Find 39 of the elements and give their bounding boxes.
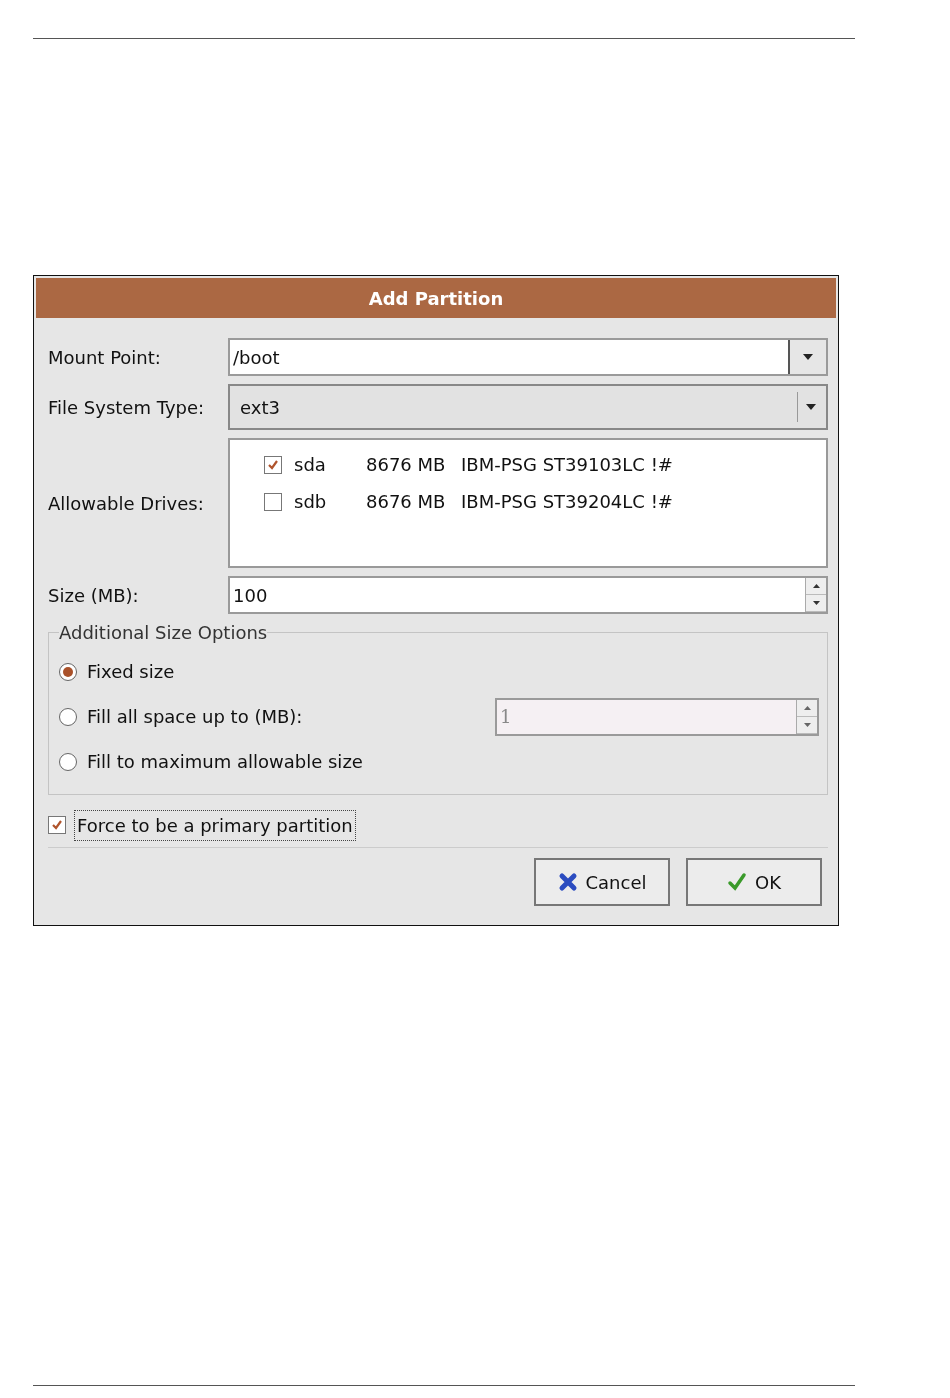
drive-size: 8676 MB	[366, 454, 447, 475]
radio-button[interactable]	[59, 662, 77, 681]
checkbox[interactable]	[264, 455, 282, 474]
window-title: Add Partition	[368, 287, 504, 309]
drive-name: sda	[294, 454, 327, 475]
checkmark-icon	[267, 458, 279, 471]
dropdown-button[interactable]	[788, 340, 826, 374]
cross-icon	[557, 872, 578, 892]
drive-name: sdb	[294, 491, 328, 512]
ok-button[interactable]: OK	[686, 858, 822, 906]
option-label[interactable]: Fill to maximum allowable size	[87, 751, 363, 772]
down-arrow-icon	[803, 722, 811, 727]
up-arrow-icon	[803, 705, 811, 710]
caret-icon	[803, 354, 813, 360]
radio-button[interactable]	[59, 752, 77, 771]
file-system-dropdown[interactable]: ext3	[228, 384, 828, 430]
checkmark-icon	[727, 872, 747, 892]
field-label: Size (MB):	[48, 584, 140, 606]
cancel-button[interactable]: Cancel	[534, 858, 670, 906]
size-spinbox[interactable]: 100	[228, 576, 828, 614]
checkbox[interactable]	[48, 816, 66, 834]
field-value: 100	[232, 583, 269, 608]
up-arrow-icon	[812, 584, 820, 588]
checkmark-icon	[51, 819, 63, 831]
field-label: File System Type:	[48, 396, 206, 418]
field-label: Allowable Drives:	[48, 492, 205, 514]
field-value: 1	[499, 705, 513, 729]
drive-size: 8676 MB	[366, 491, 447, 512]
drive-model: IBM-PSG ST39204LC !#	[461, 491, 673, 512]
field-label: Mount Point:	[48, 346, 162, 368]
mount-point-combo[interactable]: /boot	[228, 338, 828, 376]
field-value: /boot	[232, 345, 281, 370]
checkbox-label[interactable]: Force to be a primary partition	[74, 809, 356, 841]
down-arrow-icon	[812, 601, 820, 605]
checkbox[interactable]	[264, 492, 282, 511]
option-label[interactable]: Fixed size	[87, 661, 175, 682]
group-title: Additional Size Options	[59, 622, 268, 643]
caret-icon	[806, 404, 816, 410]
drive-model: IBM-PSG ST39103LC !#	[461, 454, 673, 475]
